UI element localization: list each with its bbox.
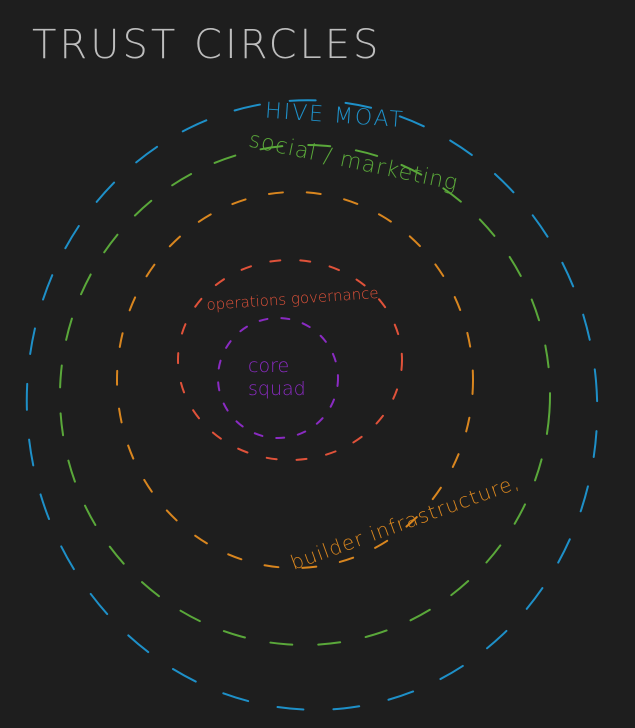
label-operations-governance: operations governance [206,284,379,314]
label-hive-moat: HIVE MOAT [264,98,405,133]
diagram-title: TRUST CIRCLES [32,22,381,68]
ring-hive-moat [25,99,599,711]
diagram-svg: TRUST CIRCLES HIVE MOAT social / marketi… [25,22,599,711]
label-core-squad-line1: core [248,355,289,377]
trust-circles-diagram: TRUST CIRCLES HIVE MOAT social / marketi… [0,0,635,728]
label-social-marketing: social / marketing [247,128,461,197]
label-builder-infrastructure: builder infrastructure, [287,469,523,574]
label-core-squad-line2: squad [248,378,306,400]
